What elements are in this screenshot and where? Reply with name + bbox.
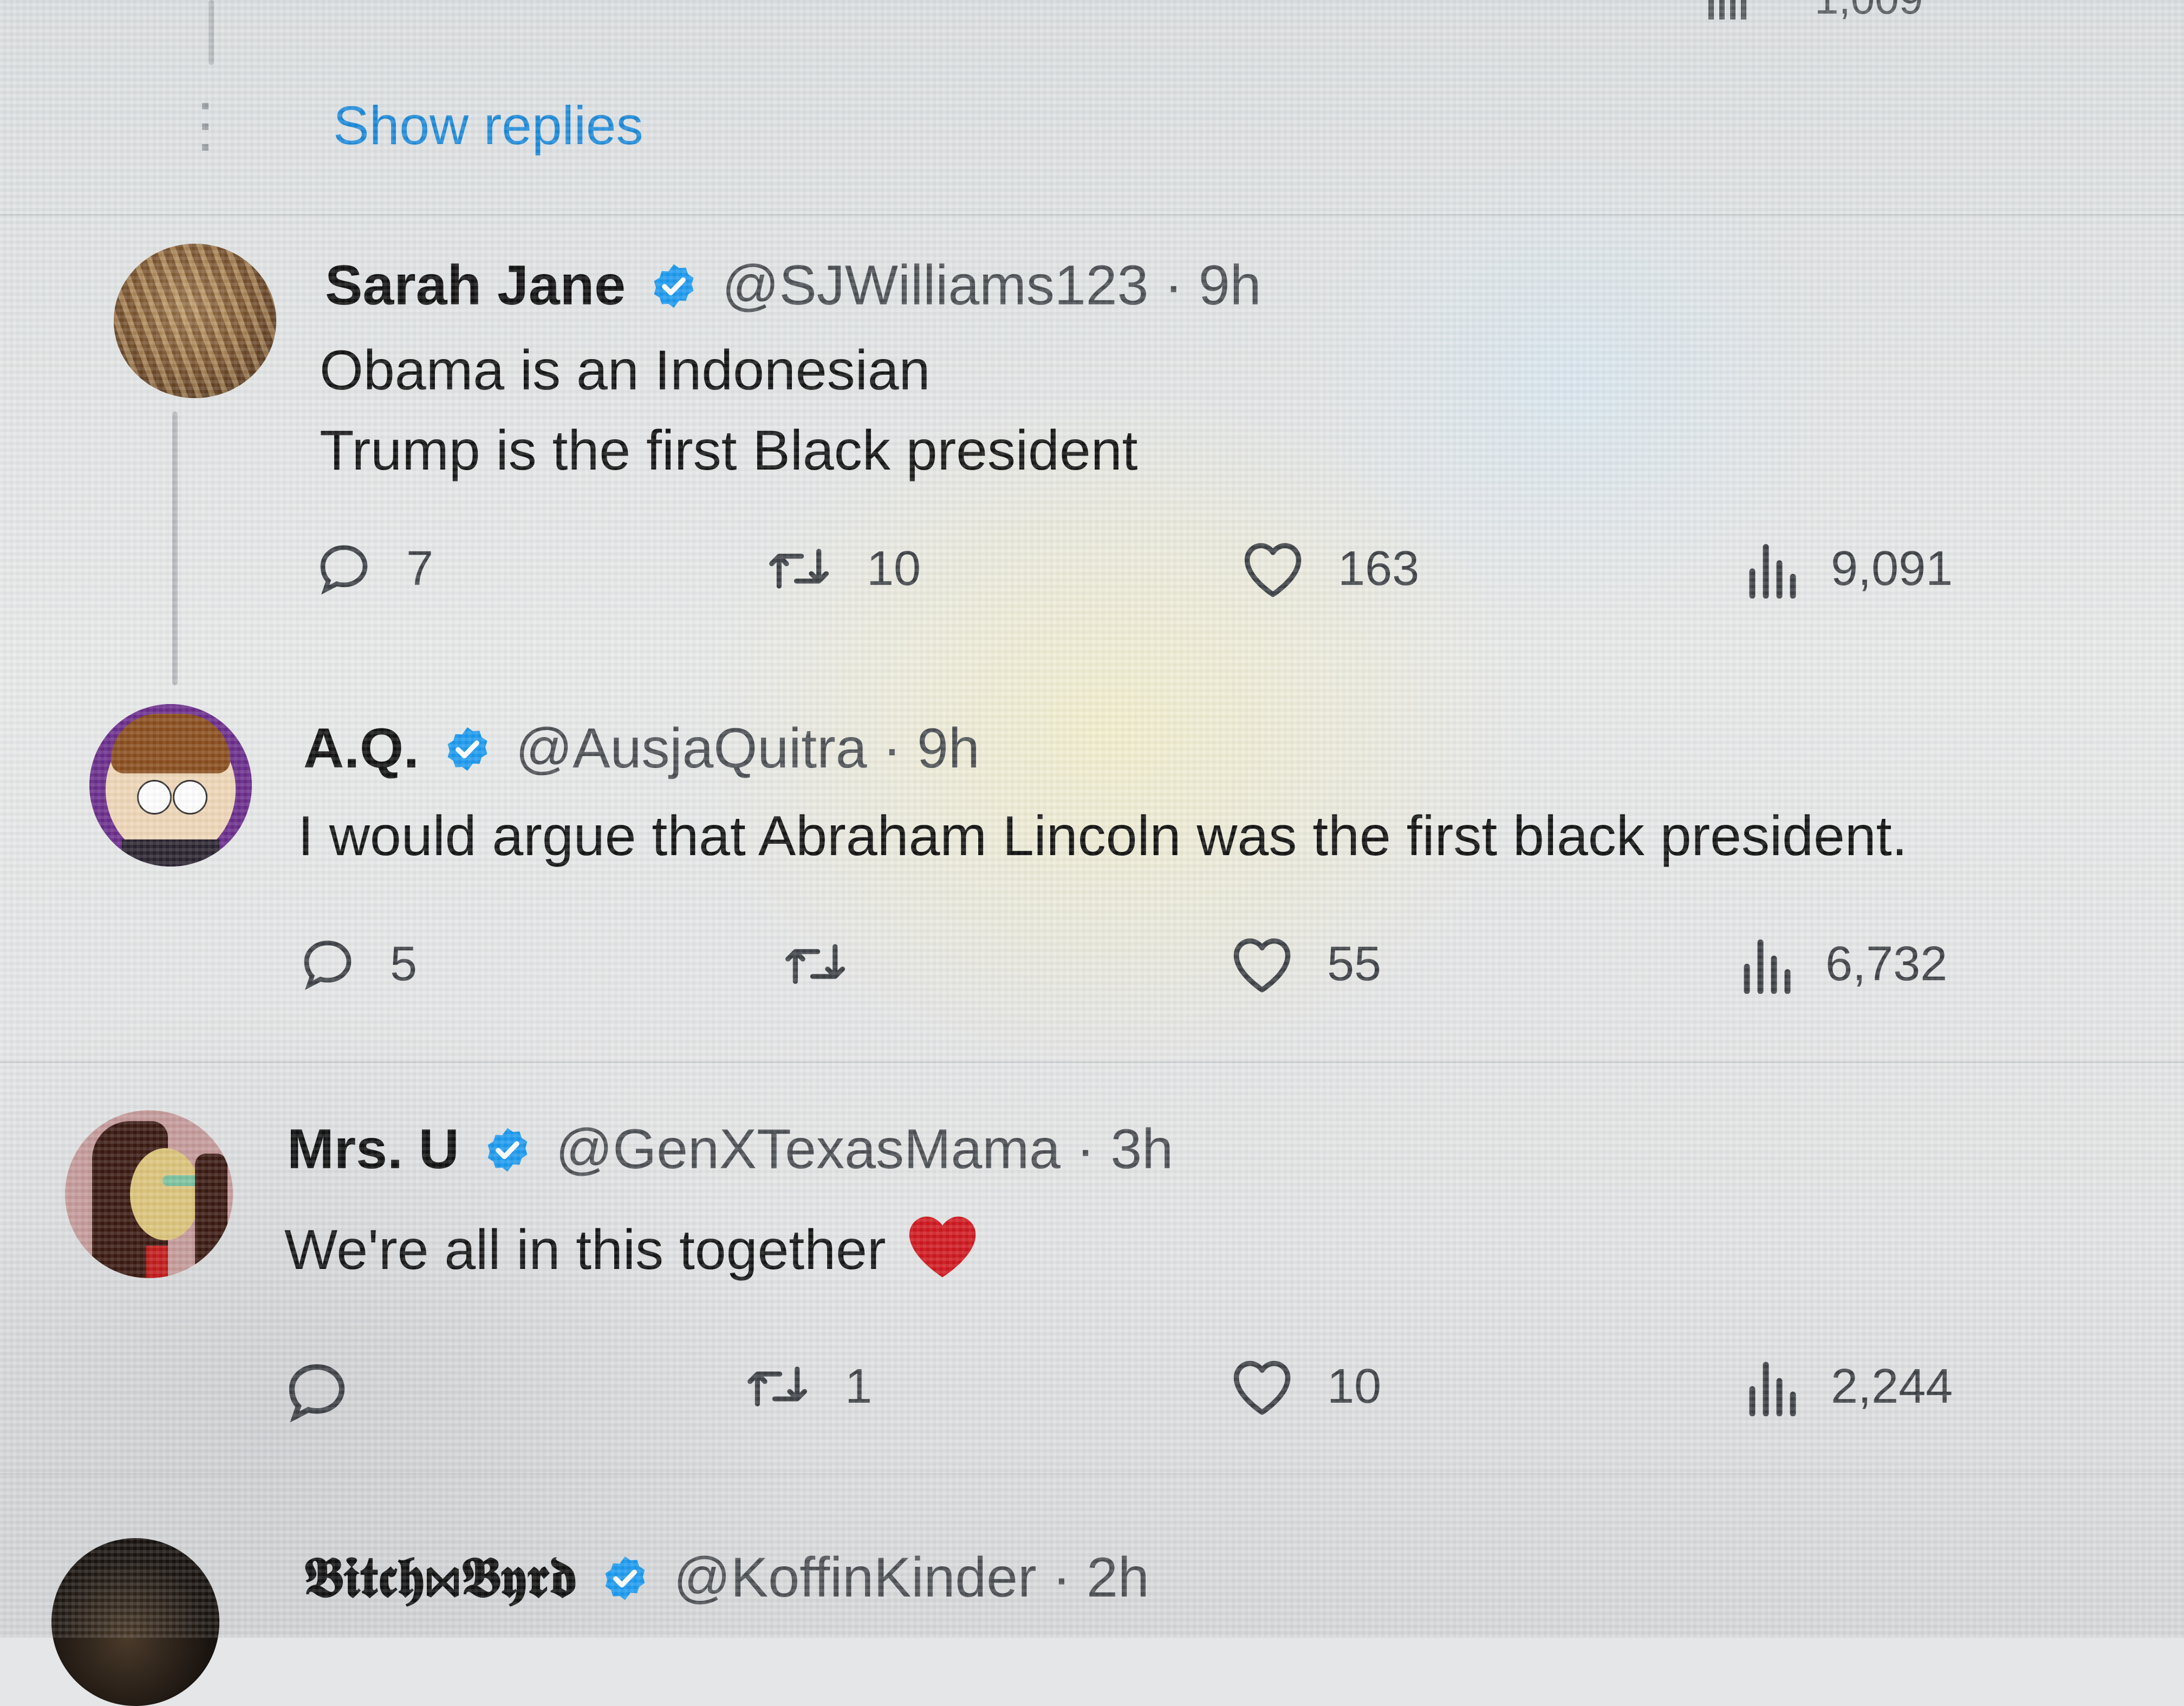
display-name[interactable]: Mrs. U — [287, 1118, 459, 1181]
divider — [0, 214, 2184, 216]
red-heart-emoji — [909, 1216, 976, 1278]
tweet-text: Obama is an Indonesian Trump is the firs… — [320, 339, 1138, 482]
like-icon — [1233, 1360, 1291, 1415]
avatar[interactable] — [65, 1110, 233, 1278]
tweet-actions: 5 55 6,732 — [298, 934, 2184, 999]
display-name[interactable]: 𝕭𝖎𝖙𝖈𝖍⋈𝕭𝖞𝖗𝖉 — [303, 1544, 577, 1610]
retweet-icon — [769, 549, 829, 589]
retweet-button[interactable] — [780, 934, 883, 994]
reply-count: 5 — [390, 936, 418, 991]
tweet-actions: 1 10 2,244 — [282, 1357, 2184, 1423]
top-partial-tweet-actions: 1,009 — [0, 0, 2184, 24]
retweet-count: 1 — [845, 1359, 873, 1414]
divider — [0, 1473, 2184, 1475]
retweet-button[interactable]: 10 — [764, 539, 921, 598]
retweet-count: 10 — [867, 541, 921, 596]
reply-button[interactable]: 7 — [314, 539, 433, 598]
timestamp[interactable]: · 2h — [1052, 1546, 1149, 1609]
avatar[interactable] — [89, 704, 252, 867]
views-count: 9,091 — [1831, 541, 1953, 596]
views-button[interactable]: 9,091 — [1744, 539, 1953, 598]
like-button[interactable]: 55 — [1230, 934, 1381, 994]
screen: 1,009 Show replies Sarah Jane @SJWilliam… — [0, 0, 2184, 1706]
views-button[interactable]: 6,732 — [1739, 934, 1947, 994]
retweet-button[interactable]: 1 — [742, 1357, 872, 1416]
show-replies-link[interactable]: Show replies — [333, 95, 644, 157]
avatar[interactable] — [114, 244, 276, 398]
tweet-header: 𝕭𝖎𝖙𝖈𝖍⋈𝕭𝖞𝖗𝖉 @KoffinKinder · 2h — [303, 1549, 1149, 1612]
thread-dots — [202, 103, 209, 157]
like-icon — [1244, 543, 1302, 597]
avatar[interactable] — [51, 1538, 219, 1706]
reply-count: 7 — [406, 541, 434, 596]
tweet-text: We're all in this together — [284, 1219, 886, 1281]
views-icon — [1749, 1362, 1796, 1416]
verified-badge-icon — [649, 261, 699, 320]
timestamp[interactable]: · 3h — [1076, 1118, 1173, 1181]
verified-badge-icon — [483, 1125, 532, 1184]
user-handle[interactable]: @AusjaQuitra — [516, 717, 867, 780]
verified-badge-icon — [443, 724, 492, 783]
thread-line — [172, 412, 178, 685]
views-icon — [1708, 0, 1746, 19]
views-count: 6,732 — [1825, 936, 1948, 991]
tweet-text: I would argue that Abraham Lincoln was t… — [298, 805, 1908, 868]
like-button[interactable]: 10 — [1230, 1357, 1381, 1416]
reply-icon — [289, 1364, 345, 1423]
top-views-count[interactable]: 1,009 — [1815, 0, 1923, 24]
timestamp[interactable]: · 9h — [1164, 254, 1261, 317]
user-handle[interactable]: @SJWilliams123 — [722, 254, 1149, 317]
like-button[interactable]: 163 — [1240, 539, 1419, 598]
reply-button[interactable] — [282, 1357, 385, 1427]
reply-icon — [304, 940, 352, 990]
thread-line — [209, 0, 214, 65]
tweet-header: Mrs. U @GenXTexasMama · 3h — [287, 1121, 1173, 1184]
user-handle[interactable]: @KoffinKinder — [673, 1546, 1036, 1609]
views-icon — [1744, 939, 1791, 994]
like-count: 163 — [1338, 541, 1420, 596]
tweet-header: A.Q. @AusjaQuitra · 9h — [303, 720, 980, 783]
display-name[interactable]: A.Q. — [303, 717, 419, 780]
like-count: 55 — [1327, 936, 1382, 991]
views-icon — [1749, 544, 1796, 598]
retweet-icon — [785, 944, 845, 984]
views-button[interactable]: 2,244 — [1744, 1357, 1953, 1416]
reply-button[interactable]: 5 — [298, 934, 417, 994]
tweet-actions: 7 10 163 9,091 — [314, 539, 2184, 604]
divider — [0, 1062, 2184, 1063]
timestamp[interactable]: · 9h — [882, 717, 979, 780]
like-icon — [1233, 938, 1291, 993]
tweet-header: Sarah Jane @SJWilliams123 · 9h — [325, 257, 1261, 320]
display-name[interactable]: Sarah Jane — [325, 254, 626, 317]
reply-icon — [320, 545, 368, 595]
verified-badge-icon — [600, 1553, 650, 1612]
views-count: 2,244 — [1831, 1359, 1953, 1414]
retweet-icon — [748, 1366, 807, 1407]
like-count: 10 — [1327, 1359, 1382, 1414]
user-handle[interactable]: @GenXTexasMama — [556, 1118, 1061, 1181]
tweet-text-row: We're all in this together — [284, 1210, 980, 1282]
